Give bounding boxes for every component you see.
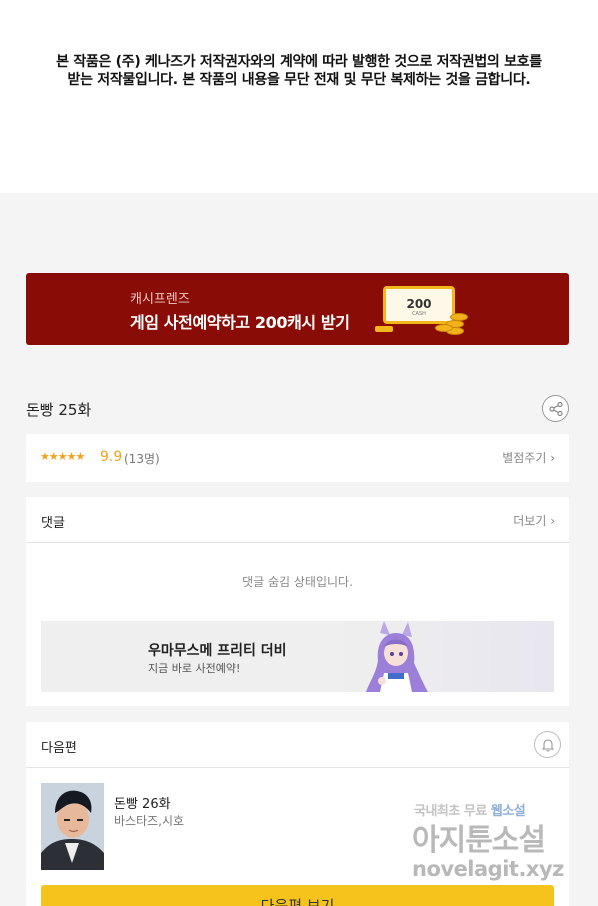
view-next-episode-button[interactable]: 다음편 보기 [41,885,554,906]
thumbnail-illustration [41,783,104,870]
game-ad-title: 우마무스메 프리티 더비 [148,643,287,659]
coin-icon [450,313,468,321]
next-episode-author: 바스타즈,시호 [114,814,185,828]
bell-icon [541,739,555,752]
copyright-line-1: 본 작품은 (주) 케나즈가 저작권자와의 계약에 따라 발행한 것으로 저작권… [56,54,542,70]
next-episode-thumbnail[interactable] [41,783,104,870]
comments-card: 댓글 더보기 › 댓글 숨김 상태입니다. 우마무스메 프리티 더비 지금 바로… [26,497,569,706]
watermark-name: 아지툰소설 [412,823,546,858]
cash-card-tag: CASH [412,311,426,317]
copyright-notice: 본 작품은 (주) 케나즈가 저작권자와의 계약에 따라 발행한 것으로 저작권… [0,0,598,193]
banner-title: 게임 사전예약하고 200캐시 받기 [130,313,350,332]
cash-card-icon: 200 CASH [383,286,455,324]
next-episode-header: 다음편 [26,722,569,768]
banner-subtitle: 캐시프렌즈 [130,292,190,307]
notification-button[interactable] [534,731,561,758]
game-ad-banner[interactable]: 우마무스메 프리티 더비 지금 바로 사전예약! [41,621,554,692]
rating-card: ★★★★★ 9.9 (13명) 별점주기 › [26,434,569,482]
rating-votes: (13명) [124,452,160,466]
rate-button[interactable]: 별점주기 › [502,449,555,466]
coin-icon [435,324,453,332]
share-button[interactable] [542,395,569,422]
rating-stars: ★★★★★ [40,450,85,463]
rating-score: 9.9 [100,449,123,465]
card-stand-icon [375,326,393,332]
game-ad-subtitle: 지금 바로 사전예약! [148,662,241,675]
share-icon [549,402,563,416]
next-episode-header-title: 다음편 [41,741,77,756]
comments-hidden-message: 댓글 숨김 상태입니다. [242,575,353,589]
watermark-url: novelagit.xyz [412,857,564,881]
comments-header: 댓글 더보기 › [26,497,569,543]
cash-friends-banner[interactable]: 캐시프렌즈 게임 사전예약하고 200캐시 받기 200 CASH [26,273,569,345]
site-watermark: 국내최초 무료 웹소설 아지툰소설 novelagit.xyz [410,800,580,886]
episode-title: 돈빵 25화 [26,401,92,419]
copyright-line-2: 받는 저작물입니다. 본 작품의 내용을 무단 전재 및 무단 복제하는 것을 … [67,72,531,88]
cash-card-amount: 200 [406,297,432,311]
comments-more-link[interactable]: 더보기 › [513,512,555,529]
comments-title: 댓글 [41,516,65,531]
next-episode-title: 돈빵 26화 [114,797,171,812]
character-illustration [366,621,428,692]
